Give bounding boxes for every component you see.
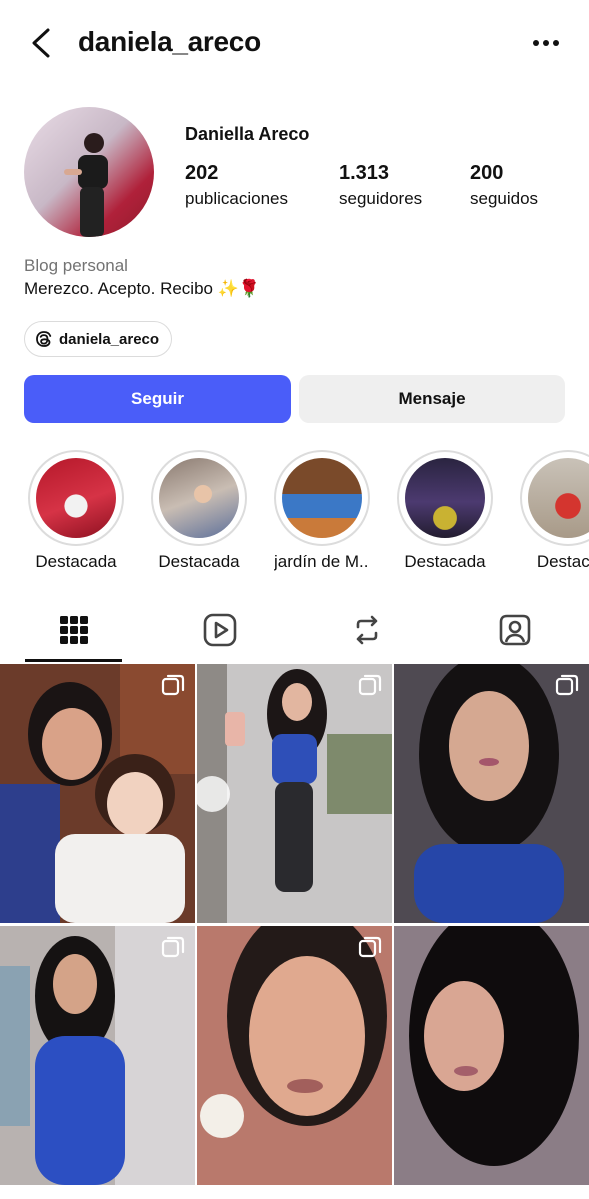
post-photo (197, 926, 392, 1185)
carousel-icon (161, 674, 185, 696)
grid-icon (60, 616, 88, 644)
post-thumbnail[interactable] (394, 664, 589, 923)
threads-icon (36, 331, 52, 347)
highlight-cover (405, 458, 485, 538)
following-count[interactable]: 200 seguidos (470, 162, 538, 209)
highlight-label: Destacada (404, 552, 486, 571)
tagged-icon (499, 614, 531, 646)
profile-bio: Merezco. Acepto. Recibo ✨🌹 (24, 279, 261, 298)
highlight-label: jardín de M... (274, 552, 370, 571)
post-photo (197, 664, 392, 923)
message-button[interactable]: Mensaje (299, 375, 565, 423)
post-thumbnail[interactable] (197, 926, 392, 1185)
post-thumbnail[interactable] (394, 926, 589, 1185)
highlight-cover (528, 458, 589, 538)
tab-reposts[interactable] (318, 598, 416, 662)
profile-tabs (0, 598, 589, 662)
story-highlight[interactable]: Destaca (520, 450, 589, 572)
profile-header: daniela_areco (0, 0, 589, 88)
highlight-label: Destacada (158, 552, 240, 571)
post-photo (394, 664, 589, 923)
follow-button[interactable]: Seguir (24, 375, 291, 423)
profile-username-title: daniela_areco (78, 26, 261, 57)
reels-icon (203, 613, 237, 647)
carousel-icon (161, 936, 185, 958)
profile-category: Blog personal (24, 256, 128, 275)
carousel-icon (358, 674, 382, 696)
highlight-cover (36, 458, 116, 538)
post-photo (0, 664, 195, 923)
active-tab-indicator (25, 659, 122, 662)
highlight-cover (282, 458, 362, 538)
tab-posts[interactable] (25, 598, 123, 662)
story-highlight[interactable]: jardín de M... (274, 450, 370, 572)
reposts-icon (356, 615, 378, 645)
story-highlight[interactable]: Destacada (28, 450, 124, 572)
more-options-icon[interactable] (533, 40, 559, 48)
avatar-photo (64, 133, 108, 237)
highlight-cover (159, 458, 239, 538)
back-arrow-icon[interactable] (28, 26, 56, 60)
tab-tagged[interactable] (466, 598, 564, 662)
profile-avatar[interactable] (24, 107, 154, 237)
post-thumbnail[interactable] (0, 664, 195, 923)
carousel-icon (555, 674, 579, 696)
threads-handle: daniela_areco (59, 330, 160, 348)
story-highlight[interactable]: Destacada (151, 450, 247, 572)
highlight-label: Destacada (35, 552, 117, 571)
post-photo (394, 926, 589, 1185)
carousel-icon (358, 936, 382, 958)
highlight-label: Destaca (536, 552, 589, 571)
story-highlight[interactable]: Destacada (397, 450, 493, 572)
post-photo (0, 926, 195, 1185)
profile-full-name: Daniella Areco (185, 124, 310, 144)
post-thumbnail[interactable] (197, 664, 392, 923)
threads-link-chip[interactable]: daniela_areco (24, 321, 173, 357)
tab-reels[interactable] (171, 598, 269, 662)
posts-count[interactable]: 202 publicaciones (185, 162, 288, 209)
followers-count[interactable]: 1.313 seguidores (339, 162, 422, 209)
post-thumbnail[interactable] (0, 926, 195, 1185)
